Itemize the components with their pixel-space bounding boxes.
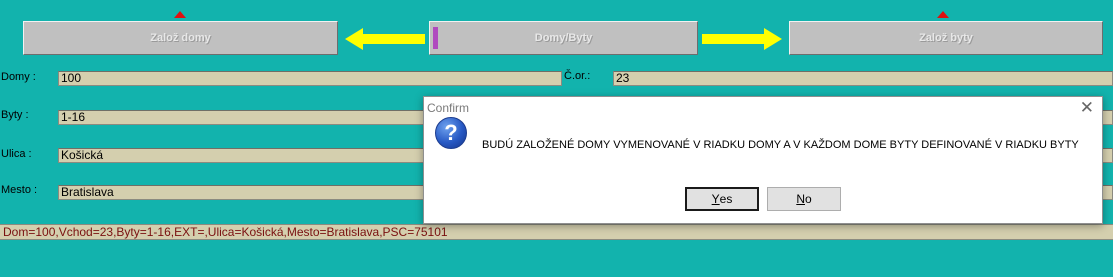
entrance-input[interactable]: 23 (613, 71, 1113, 86)
create-houses-label: Založ domy (150, 32, 211, 44)
red-marker-icon (937, 11, 949, 18)
flats-label: Byty : (1, 109, 29, 121)
houses-flats-label: Domy/Byty (534, 32, 593, 44)
entrance-label: Č.or.: (564, 70, 591, 82)
status-bar: Dom=100,Vchod=23,Byty=1-16,EXT=,Ulica=Ko… (0, 224, 1113, 240)
yes-button-mnemonic: Y (711, 192, 720, 206)
create-flats-button[interactable]: Založ byty (789, 21, 1103, 55)
create-flats-label: Založ byty (919, 32, 973, 44)
left-arrow-icon (345, 28, 425, 50)
city-label: Mesto : (1, 184, 38, 196)
houses-label: Domy : (1, 71, 36, 83)
houses-flats-button[interactable]: Domy/Byty (429, 21, 698, 55)
houses-input[interactable]: 100 (58, 71, 562, 86)
no-button[interactable]: No (767, 187, 841, 211)
question-icon: ? (435, 117, 467, 149)
street-label: Ulica : (1, 148, 32, 160)
yes-button[interactable]: Yes (685, 187, 759, 211)
no-button-label: o (804, 192, 812, 206)
red-marker-icon (174, 11, 186, 18)
create-houses-button[interactable]: Založ domy (23, 21, 338, 55)
no-button-mnemonic: N (796, 192, 805, 206)
right-arrow-icon (702, 28, 782, 50)
confirm-dialog: Confirm ✕ ? BUDÚ ZALOŽENÉ DOMY VYMENOVAN… (423, 96, 1103, 224)
dialog-title: Confirm (427, 101, 470, 115)
yes-button-label: es (719, 192, 733, 206)
close-icon[interactable]: ✕ (1080, 98, 1094, 118)
focus-indicator (433, 27, 438, 49)
dialog-message: BUDÚ ZALOŽENÉ DOMY VYMENOVANÉ V RIADKU D… (482, 139, 1079, 151)
